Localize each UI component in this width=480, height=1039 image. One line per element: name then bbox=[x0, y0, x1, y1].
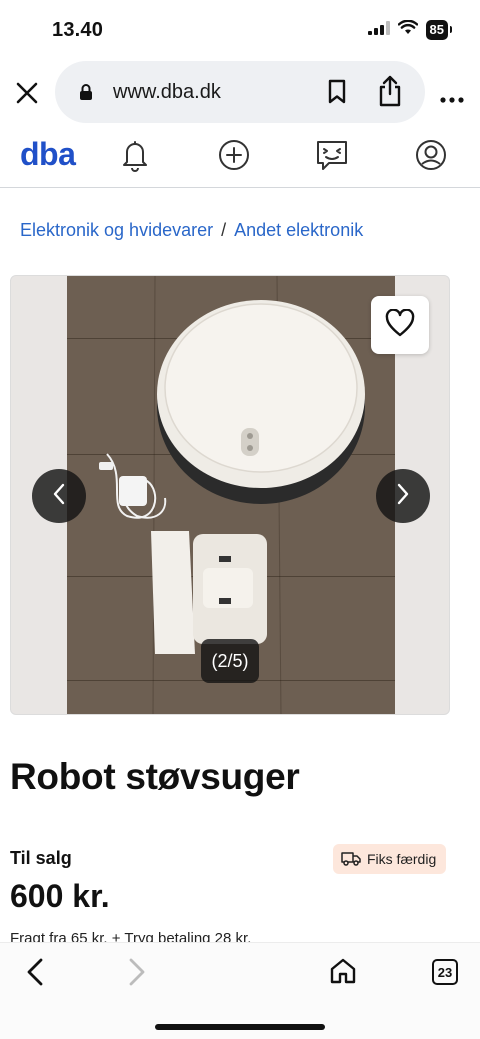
status-bar: 13.40 85 bbox=[0, 0, 480, 60]
share-icon[interactable] bbox=[377, 75, 403, 112]
close-icon[interactable] bbox=[14, 80, 40, 106]
breadcrumb: Elektronik og hvidevarer / Andet elektroni… bbox=[20, 220, 363, 241]
sale-type-label: Til salg bbox=[10, 848, 72, 868]
shipping-badge: Fiks færdig bbox=[333, 844, 447, 874]
home-indicator bbox=[155, 1024, 325, 1030]
battery-indicator: 85 bbox=[425, 20, 453, 40]
lock-icon bbox=[79, 83, 93, 106]
delivery-truck-icon bbox=[341, 850, 361, 869]
favorite-button[interactable] bbox=[371, 296, 429, 354]
next-image-button[interactable] bbox=[376, 469, 430, 523]
more-options-icon[interactable] bbox=[440, 90, 464, 108]
breadcrumb-link-category[interactable]: Elektronik og hvidevarer bbox=[20, 220, 213, 240]
shipping-badge-label: Fiks færdig bbox=[367, 851, 437, 867]
status-icons: 85 bbox=[367, 19, 453, 40]
url-text: www.dba.dk bbox=[113, 81, 221, 103]
messages-icon[interactable] bbox=[315, 138, 349, 179]
cellular-signal-icon bbox=[367, 20, 390, 40]
listing-price: 600 kr. bbox=[10, 878, 110, 914]
profile-icon[interactable] bbox=[414, 138, 448, 177]
chevron-left-icon bbox=[52, 483, 66, 510]
browser-bottom-bar: 23 bbox=[0, 942, 480, 1039]
status-time: 13.40 bbox=[52, 19, 104, 41]
browser-toolbar: www.dba.dk bbox=[0, 60, 480, 124]
dba-logo[interactable]: dba bbox=[20, 136, 76, 173]
bookmark-icon[interactable] bbox=[327, 79, 347, 110]
image-counter: (2/5) bbox=[201, 639, 259, 683]
home-icon[interactable] bbox=[329, 957, 357, 990]
site-header: dba bbox=[0, 126, 480, 188]
chevron-right-icon bbox=[396, 483, 410, 510]
heart-icon bbox=[385, 307, 415, 342]
image-gallery[interactable]: (2/5) bbox=[10, 275, 450, 715]
add-listing-icon[interactable] bbox=[217, 138, 251, 177]
back-arrow-icon[interactable] bbox=[24, 957, 46, 992]
listing-title: Robot støvsuger bbox=[10, 756, 300, 797]
address-bar[interactable]: www.dba.dk bbox=[55, 61, 425, 123]
tabs-count-button[interactable]: 23 bbox=[432, 959, 458, 985]
breadcrumb-separator: / bbox=[221, 220, 227, 240]
previous-image-button[interactable] bbox=[32, 469, 86, 523]
forward-arrow-icon[interactable] bbox=[126, 957, 148, 992]
bell-icon[interactable] bbox=[119, 138, 151, 177]
wifi-icon bbox=[397, 19, 418, 40]
breadcrumb-link-subcategory[interactable]: Andet elektronik bbox=[234, 220, 363, 240]
